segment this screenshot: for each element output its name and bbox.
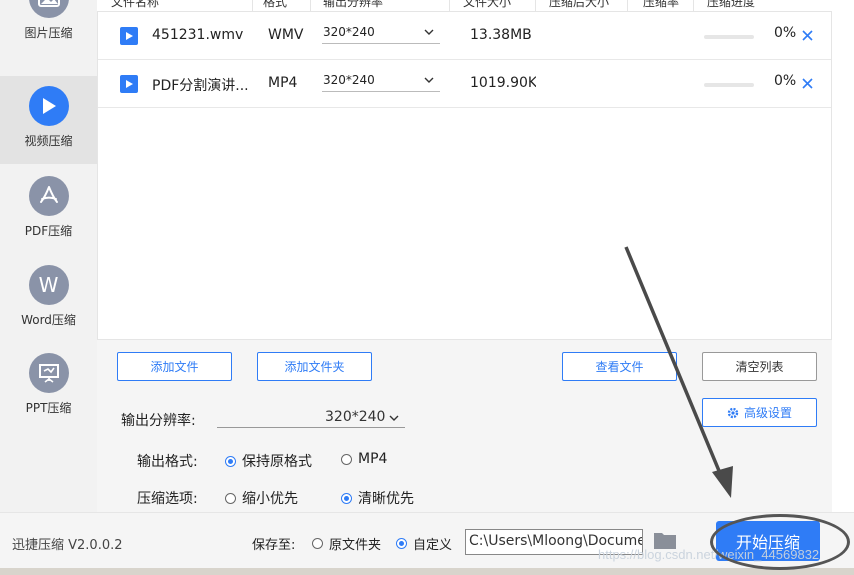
sidebar-item-word[interactable]: W Word压缩	[0, 265, 97, 353]
video-file-icon	[120, 27, 138, 45]
watermark-text: https://blog.csdn.net/weixin_44569832	[598, 547, 820, 562]
row-resolution-select[interactable]: 320*240	[322, 70, 440, 92]
file-format: MP4	[268, 75, 298, 91]
settings-panel: 添加文件 添加文件夹 查看文件 清空列表 高级设置 输出分辨率: 320*240…	[97, 340, 832, 512]
advanced-settings-label: 高级设置	[743, 406, 792, 420]
resolution-label: 输出分辨率:	[121, 413, 196, 429]
app-version: 迅捷压缩 V2.0.0.2	[12, 538, 123, 553]
row-resolution-select[interactable]: 320*240	[322, 22, 440, 44]
table-header: 文件名称 格式 输出分辨率 文件大小 压缩后大小 压缩率 压缩进度	[97, 0, 832, 12]
format-keep-original-radio[interactable]: 保持原格式	[225, 451, 312, 471]
file-size: 13.38MB	[470, 27, 532, 43]
compress-smaller-radio[interactable]: 缩小优先	[225, 488, 298, 508]
video-file-icon	[120, 75, 138, 93]
col-header-ratio: 压缩率	[643, 0, 680, 9]
add-folder-button[interactable]: 添加文件夹	[257, 352, 372, 381]
word-icon: W	[28, 265, 69, 305]
sidebar-item-pdf[interactable]: PDF压缩	[0, 176, 97, 264]
file-list: 451231.wmv WMV 320*240 13.38MB 0% PDF分割演…	[97, 12, 832, 340]
sidebar-item-image[interactable]: 图片压缩	[0, 0, 97, 66]
file-name: 451231.wmv	[152, 27, 244, 43]
gear-icon	[727, 407, 739, 419]
main-content: 文件名称 格式 输出分辨率 文件大小 压缩后大小 压缩率 压缩进度 451231…	[97, 0, 854, 512]
view-file-button[interactable]: 查看文件	[562, 352, 677, 381]
add-file-button[interactable]: 添加文件	[117, 352, 232, 381]
sidebar-item-label: 视频压缩	[24, 134, 73, 148]
col-header-name: 文件名称	[111, 0, 160, 9]
advanced-settings-button[interactable]: 高级设置	[702, 398, 817, 427]
file-name: PDF分割演讲...	[152, 78, 249, 94]
remove-row-close-icon[interactable]	[802, 74, 813, 93]
image-icon	[28, 0, 69, 18]
progress-bar	[704, 35, 754, 39]
col-header-compressed-size: 压缩后大小	[549, 0, 610, 9]
progress-bar	[704, 83, 754, 87]
sidebar-item-label: PDF压缩	[24, 224, 73, 238]
file-size: 1019.90KB	[470, 75, 536, 91]
file-format: WMV	[268, 27, 304, 43]
format-label: 输出格式:	[137, 454, 198, 470]
ppt-icon	[28, 353, 69, 393]
video-play-icon	[28, 86, 69, 126]
col-header-size: 文件大小	[463, 0, 512, 9]
progress-percent: 0%	[774, 73, 797, 89]
compress-option-label: 压缩选项:	[137, 491, 198, 507]
col-header-progress: 压缩进度	[707, 0, 756, 9]
save-custom-radio[interactable]: 自定义	[396, 534, 452, 553]
resolution-select[interactable]: 320*240	[217, 408, 405, 428]
progress-percent: 0%	[774, 25, 797, 41]
save-original-folder-radio[interactable]: 原文件夹	[312, 534, 381, 553]
sidebar-item-video[interactable]: 视频压缩	[0, 76, 97, 164]
right-margin	[832, 0, 854, 512]
chevron-down-icon	[424, 25, 434, 39]
sidebar-item-ppt[interactable]: PPT压缩	[0, 353, 97, 441]
sidebar-item-label: Word压缩	[21, 313, 76, 327]
table-row[interactable]: PDF分割演讲... MP4 320*240 1019.90KB 0%	[98, 60, 831, 108]
chevron-down-icon	[389, 410, 399, 426]
compress-clear-radio[interactable]: 清晰优先	[341, 488, 414, 508]
sidebar-item-label: 图片压缩	[24, 26, 73, 40]
col-header-format: 格式	[263, 0, 288, 9]
clear-list-button[interactable]: 清空列表	[702, 352, 817, 381]
format-mp4-radio[interactable]: MP4	[341, 451, 387, 467]
sidebar-item-label: PPT压缩	[25, 401, 72, 415]
background-strip	[0, 568, 854, 575]
col-header-resolution: 输出分辨率	[323, 0, 384, 9]
remove-row-close-icon[interactable]	[802, 26, 813, 45]
table-row[interactable]: 451231.wmv WMV 320*240 13.38MB 0%	[98, 12, 831, 60]
pdf-icon	[28, 176, 69, 216]
chevron-down-icon	[424, 73, 434, 87]
sidebar: 图片压缩 视频压缩 PDF压缩 W Word压缩 PPT压缩	[0, 0, 97, 512]
save-to-label: 保存至:	[252, 538, 296, 553]
